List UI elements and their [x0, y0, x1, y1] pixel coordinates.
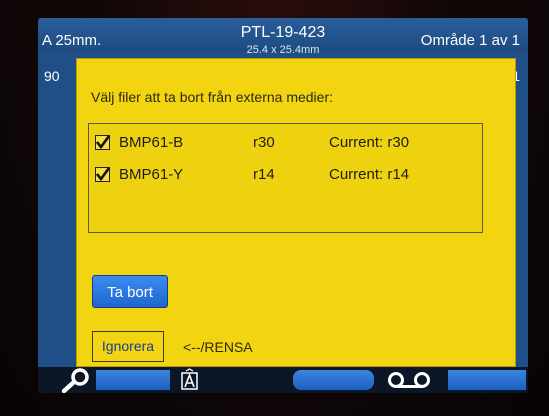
file-name: BMP61-Y [119, 166, 184, 183]
search-icon[interactable] [58, 367, 92, 393]
ignore-button[interactable]: Ignorera [92, 331, 164, 362]
checkbox-checked[interactable] [95, 135, 111, 150]
file-revision: r14 [253, 166, 275, 183]
file-name: BMP61-B [119, 134, 184, 151]
delete-button[interactable]: Ta bort [92, 275, 168, 308]
bottom-toolbar [38, 367, 528, 393]
font-icon[interactable] [180, 368, 200, 393]
checkmark-icon [95, 167, 111, 182]
underlying-left-value: 90 [44, 68, 60, 84]
tape-icon[interactable] [384, 369, 436, 393]
list-item[interactable]: BMP61-Y r14 Current: r14 [89, 164, 484, 186]
list-item[interactable]: BMP61-B r30 Current: r30 [89, 132, 484, 154]
device-screen: A 25mm. PTL-19-423 25.4 x 25.4mm Område … [38, 18, 528, 393]
status-bar: A 25mm. PTL-19-423 25.4 x 25.4mm Område … [38, 18, 528, 56]
current-revision: Current: r30 [329, 134, 410, 151]
delete-files-dialog: Välj filer att ta bort från externa medi… [76, 58, 516, 367]
supply-bar[interactable] [448, 370, 526, 390]
checkbox-checked[interactable] [95, 167, 111, 182]
back-clear-hint: <--/RENSA [183, 339, 253, 355]
current-revision: Current: r14 [329, 166, 410, 183]
file-revision: r30 [253, 134, 275, 151]
area-indicator: Område 1 av 1 [420, 32, 520, 49]
file-list: BMP61-B r30 Current: r30 BMP61-Y r14 Cur… [88, 123, 483, 233]
status-pill[interactable] [293, 370, 374, 390]
dialog-title: Välj filer att ta bort från externa medi… [91, 89, 333, 105]
checkmark-icon [95, 135, 111, 150]
zoom-bar[interactable] [96, 370, 170, 390]
device-bezel: A 25mm. PTL-19-423 25.4 x 25.4mm Område … [0, 0, 549, 416]
